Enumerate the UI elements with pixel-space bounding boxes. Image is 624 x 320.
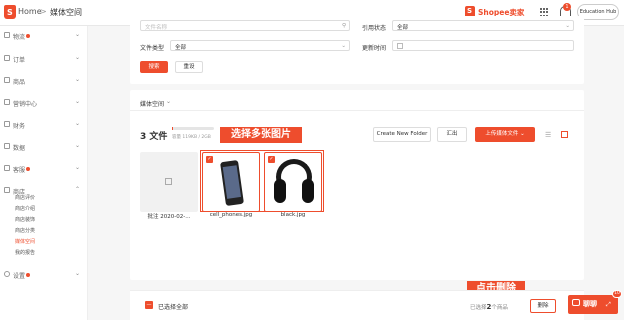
marketing-icon <box>4 99 10 105</box>
shopee-logo-icon[interactable] <box>4 5 16 19</box>
chat-icon <box>4 165 10 171</box>
selected-suffix: 个商品 <box>491 305 508 311</box>
reset-button[interactable]: 重设 <box>175 61 203 73</box>
notification-dot <box>26 34 31 38</box>
breadcrumb-separator-icon: > <box>40 7 47 16</box>
notification-badge: 1 <box>563 3 571 11</box>
sidebar: 物流 ⌄ 订单 ⌄ 商品 ⌄ 营销中心 ⌄ 财务 ⌄ 数据 ⌄ 客服 ⌄ 商店 … <box>0 26 88 320</box>
media-file-name: black.jpg <box>280 212 306 218</box>
sidebar-item-label: 设置 <box>13 273 26 280</box>
select-all-label[interactable]: 已选择全部 <box>158 302 188 311</box>
sidebar-subitem-shop-reviews[interactable]: 商店评价 <box>15 194 35 201</box>
ref-status-label: 引用状态 <box>362 25 387 32</box>
sidebar-item-shipping[interactable]: 物流 ⌄ <box>4 31 84 41</box>
upload-media-button[interactable]: 上传媒体文件 ⌄ <box>475 127 535 142</box>
sidebar-subitem-media-space[interactable]: 媒体空间 <box>15 238 35 245</box>
sidebar-item-orders[interactable]: 订单 ⌄ <box>4 54 84 64</box>
update-time-label: 更新时间 <box>362 45 387 52</box>
notification-dot <box>26 167 31 171</box>
sidebar-item-label: 订单 <box>13 57 26 64</box>
chart-icon <box>4 143 10 149</box>
file-type-select[interactable]: 全部 ⌄ <box>170 40 350 51</box>
sidebar-item-label: 财务 <box>13 123 26 130</box>
sidebar-item-customer-service[interactable]: 客服 ⌄ <box>4 164 84 174</box>
chevron-down-icon: ⌄ <box>74 54 80 61</box>
sidebar-item-products[interactable]: 商品 ⌄ <box>4 76 84 86</box>
gear-icon <box>4 271 10 277</box>
media-file-name: cell_phones.jpg <box>209 212 253 218</box>
sidebar-subitem-shop-profile[interactable]: 商店介绍 <box>15 205 35 212</box>
sidebar-item-finance[interactable]: 财务 ⌄ <box>4 120 84 130</box>
upload-media-label: 上传媒体文件 <box>485 131 519 137</box>
expand-icon: ⤢ <box>606 301 611 308</box>
truck-icon <box>4 32 10 38</box>
calendar-icon <box>397 43 403 49</box>
file-type-value: 全部 <box>175 45 187 51</box>
chevron-down-icon: ⌄ <box>74 120 80 127</box>
chevron-down-icon[interactable]: ⌄ <box>166 98 171 105</box>
chevron-down-icon: ⌄ <box>74 31 80 38</box>
ref-status-value: 全部 <box>397 25 409 31</box>
chevron-down-icon: ⌄ <box>341 43 346 49</box>
product-icon <box>4 77 10 83</box>
media-file-name: 批注 2020-02-... <box>147 214 191 220</box>
chevron-down-icon: ⌄ <box>74 142 80 149</box>
sidebar-item-settings[interactable]: 设置 ⌄ <box>4 270 84 280</box>
sidebar-item-data[interactable]: 数据 ⌄ <box>4 142 84 152</box>
export-button[interactable]: 汇出 <box>437 127 467 142</box>
chevron-down-icon: ⌄ <box>74 270 80 277</box>
selection-highlight-box <box>200 150 324 212</box>
sidebar-item-label: 商品 <box>13 79 26 86</box>
list-view-icon[interactable]: ☰ <box>545 131 551 139</box>
delete-button[interactable]: 删除 <box>530 299 556 313</box>
media-thumbnail[interactable] <box>140 152 198 212</box>
sidebar-subitem-shop-categories[interactable]: 商店分类 <box>15 227 35 234</box>
sidebar-item-label: 营销中心 <box>13 101 38 108</box>
select-all-checkbox-icon[interactable]: — <box>145 301 153 309</box>
sidebar-item-label: 客服 <box>13 167 26 174</box>
sidebar-item-marketing[interactable]: 营销中心 ⌄ <box>4 98 84 108</box>
chat-badge: 10 <box>612 290 622 298</box>
chevron-down-icon: ⌄ <box>74 164 80 171</box>
storage-bar <box>172 127 214 130</box>
sidebar-item-label: 物流 <box>13 34 26 41</box>
chat-label: 聊聊 <box>583 300 597 308</box>
chevron-up-icon: ⌃ <box>74 186 80 193</box>
chevron-down-icon: ⌄ <box>520 131 525 137</box>
chevron-down-icon: ⌄ <box>565 23 570 29</box>
update-time-picker[interactable] <box>392 40 574 51</box>
media-card: 媒体空间 ⌄ 3 文件 容量 119KB / 2GB Create New Fo… <box>130 90 584 280</box>
sidebar-item-label: 数据 <box>13 145 26 152</box>
notification-dot <box>26 273 31 277</box>
file-name-placeholder: 文件名称 <box>145 25 168 31</box>
media-space-label[interactable]: 媒体空间 <box>140 99 164 108</box>
shop-icon <box>4 187 10 193</box>
filter-card: 文件名称 ⚲ 引用状态 全部 ⌄ 文件类型 全部 ⌄ 更新时间 搜索 重设 <box>130 16 584 84</box>
order-icon <box>4 55 10 61</box>
wallet-icon <box>4 121 10 127</box>
chevron-down-icon: ⌄ <box>74 98 80 105</box>
file-count: 3 文件 <box>140 132 168 142</box>
broken-image-icon <box>165 178 172 185</box>
ref-status-select[interactable]: 全部 ⌄ <box>392 20 574 31</box>
chat-bubble-icon <box>572 299 580 306</box>
divider <box>130 110 584 111</box>
search-button[interactable]: 搜索 <box>140 61 168 73</box>
create-folder-button[interactable]: Create New Folder <box>373 127 431 142</box>
sidebar-subitem-my-reports[interactable]: 我的报告 <box>15 249 35 256</box>
selection-footer: — 已选择全部 已选择2个商品 删除 <box>130 290 584 320</box>
breadcrumb-home[interactable]: Home <box>18 7 42 16</box>
grid-view-icon[interactable] <box>561 131 568 138</box>
storage-text: 容量 119KB / 2GB <box>172 135 211 140</box>
annotation-multi-select: 选择多张图片 <box>220 127 302 143</box>
file-name-input[interactable]: 文件名称 ⚲ <box>140 20 350 31</box>
selected-prefix: 已选择 <box>470 305 487 311</box>
breadcrumb-current-page: 媒体空间 <box>50 8 82 17</box>
selected-count-text: 已选择2个商品 <box>470 303 508 311</box>
sidebar-subitem-shop-decoration[interactable]: 商店装饰 <box>15 216 35 223</box>
file-type-label: 文件类型 <box>140 45 165 52</box>
chat-widget[interactable]: 聊聊 ⤢ <box>568 295 618 314</box>
chevron-down-icon: ⌄ <box>74 76 80 83</box>
search-icon: ⚲ <box>341 23 346 29</box>
